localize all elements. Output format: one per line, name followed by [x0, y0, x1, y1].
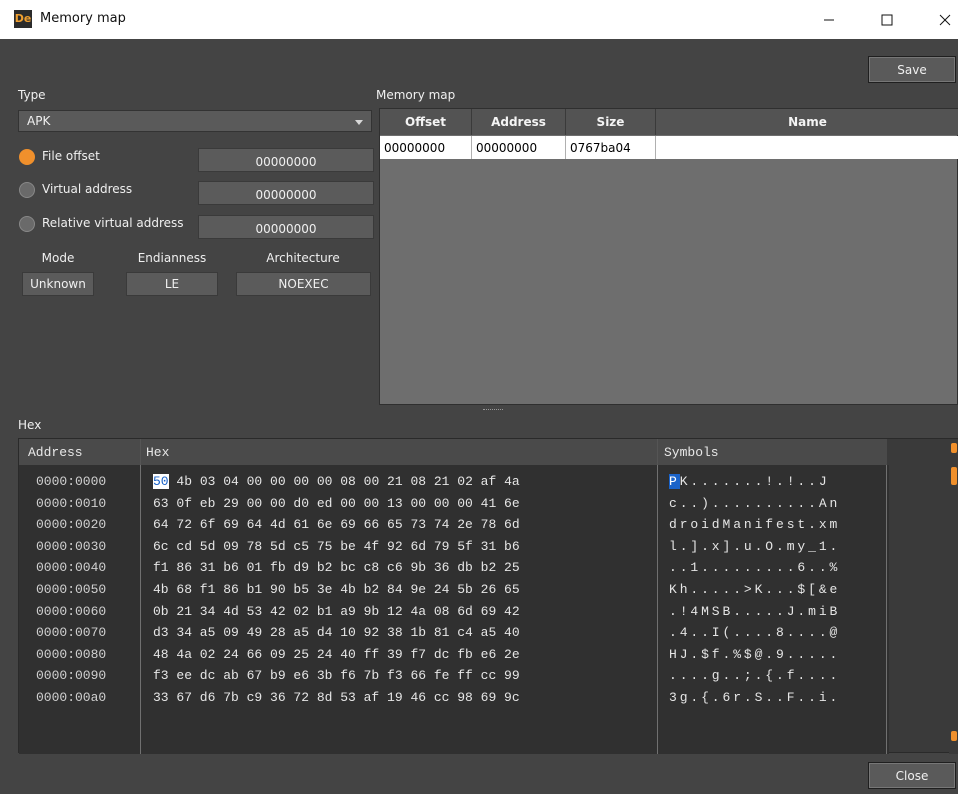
hex-row-symbols[interactable]: PK.......!.!..J: [669, 474, 884, 490]
column-header-address[interactable]: Address: [472, 109, 566, 135]
relative-virtual-address-radio[interactable]: [19, 216, 35, 232]
hex-row-symbols[interactable]: ....g..;.{.f....: [669, 668, 884, 684]
hex-row-bytes[interactable]: 63 0f eb 29 00 00 d0 ed 00 00 13 00 00 0…: [153, 496, 653, 512]
minimize-button[interactable]: [806, 0, 852, 39]
chevron-down-icon: [355, 120, 363, 125]
hex-row-bytes-text: 4b 03 04 00 00 00 00 08 00 21 08 21 02 a…: [176, 474, 520, 489]
cell-address: 00000000: [472, 136, 566, 159]
hex-row-address: 0000:00a0: [36, 690, 107, 705]
hex-row-symbols[interactable]: c..)..........An: [669, 496, 884, 512]
endianness-value: LE: [126, 272, 218, 296]
hex-row-symbols[interactable]: Kh.....>K...$[&e: [669, 582, 884, 598]
hex-view[interactable]: Address Hex Symbols 0000:0000 50 4b 03 04…: [18, 438, 958, 754]
hex-row-bytes[interactable]: 6c cd 5d 09 78 5d c5 75 be 4f 92 6d 79 5…: [153, 539, 653, 555]
save-button[interactable]: Save: [868, 56, 956, 83]
cell-offset: 00000000: [380, 136, 472, 159]
close-button[interactable]: Close: [868, 762, 956, 789]
cell-size: 0767ba04: [566, 136, 656, 159]
file-offset-field[interactable]: 00000000: [198, 148, 374, 172]
virtual-address-field[interactable]: 00000000: [198, 181, 374, 205]
type-select-value: APK: [27, 114, 51, 128]
hex-row-bytes[interactable]: 4b 68 f1 86 b1 90 b5 3e 4b b2 84 9e 24 5…: [153, 582, 653, 598]
hex-row-symbols[interactable]: 3g.{.6r.S..F..i.: [669, 690, 884, 706]
hex-cursor-byte[interactable]: 50: [153, 474, 169, 489]
hex-row-bytes[interactable]: f1 86 31 b6 01 fb d9 b2 bc c8 c6 9b 36 d…: [153, 560, 653, 576]
title-bar: De Memory map: [0, 0, 958, 39]
hex-row-symbols[interactable]: .!4MSB.....J.miB: [669, 604, 884, 620]
file-offset-label: File offset: [42, 149, 100, 163]
virtual-address-label: Virtual address: [42, 182, 133, 196]
column-header-offset[interactable]: Offset: [380, 109, 472, 135]
hex-header-hex[interactable]: Hex: [141, 439, 657, 465]
type-select[interactable]: APK: [18, 110, 372, 132]
endianness-label: Endianness: [137, 251, 207, 265]
hex-row-symbols[interactable]: droidManifest.xm: [669, 517, 884, 533]
hex-row-address: 0000:0060: [36, 604, 107, 619]
hex-row-symbols-text: K.......!.!..J: [679, 474, 830, 489]
hex-label: Hex: [18, 418, 42, 432]
hex-row-bytes[interactable]: 64 72 6f 69 64 4d 61 6e 69 66 65 73 74 2…: [153, 517, 653, 533]
hex-row-address: 0000:0030: [36, 539, 107, 554]
hex-row-address: 0000:0000: [36, 474, 107, 489]
hex-row-bytes[interactable]: 48 4a 02 24 66 09 25 24 40 ff 39 f7 dc f…: [153, 647, 653, 663]
hex-header-address-label: Address: [28, 445, 83, 460]
type-label: Type: [18, 88, 46, 102]
hex-row-address: 0000:0010: [36, 496, 107, 511]
hex-row-address: 0000:0050: [36, 582, 107, 597]
hex-row-symbols[interactable]: HJ.$f.%$@.9.....: [669, 647, 884, 663]
splitter-handle[interactable]: [483, 409, 503, 411]
hex-row-address: 0000:0040: [36, 560, 107, 575]
maximize-icon: [881, 14, 893, 25]
symbol-cursor[interactable]: P: [669, 474, 680, 489]
hex-header-symbols-label: Symbols: [664, 445, 719, 460]
hex-row-address: 0000:0020: [36, 517, 107, 532]
memory-map-table[interactable]: Offset Address Size Name 00000000 000000…: [379, 108, 958, 405]
vertical-scrollbar[interactable]: [949, 439, 958, 754]
hex-row-address: 0000:0090: [36, 668, 107, 683]
scroll-up-arrow[interactable]: [951, 443, 957, 453]
scrollbar-thumb[interactable]: [951, 467, 957, 485]
hex-row-bytes[interactable]: f3 ee dc ab 67 b9 e6 3b f6 7b f3 66 fe f…: [153, 668, 653, 684]
column-header-name[interactable]: Name: [656, 109, 958, 135]
mode-label: Mode: [41, 251, 75, 265]
hex-header-hex-label: Hex: [146, 445, 170, 460]
cell-name: [656, 136, 958, 159]
hex-row-address: 0000:0070: [36, 625, 107, 640]
hex-row-symbols[interactable]: .4..I(....8....@: [669, 625, 884, 641]
window-title: Memory map: [40, 11, 126, 26]
hex-content[interactable]: 0000:0000 50 4b 03 04 00 00 00 00 08 00 2…: [19, 465, 889, 754]
hex-row-bytes[interactable]: 33 67 d6 7b c9 36 72 8d 53 af 19 46 cc 9…: [153, 690, 653, 706]
hex-row-bytes[interactable]: 0b 21 34 4d 53 42 02 b1 a9 9b 12 4a 08 6…: [153, 604, 653, 620]
column-header-size[interactable]: Size: [566, 109, 656, 135]
hex-row-bytes[interactable]: d3 34 a5 09 49 28 a5 d4 10 92 38 1b 81 c…: [153, 625, 653, 641]
table-row[interactable]: 00000000 00000000 0767ba04: [380, 136, 958, 159]
hex-row-bytes[interactable]: 50 4b 03 04 00 00 00 00 08 00 21 08 21 0…: [153, 474, 653, 490]
minimize-icon: [824, 19, 834, 20]
mode-value: Unknown: [22, 272, 94, 296]
hex-header-address[interactable]: Address: [19, 439, 141, 465]
memory-map-header: Offset Address Size Name: [380, 109, 958, 135]
hex-row-address: 0000:0080: [36, 647, 107, 662]
relative-virtual-address-label: Relative virtual address: [42, 216, 184, 230]
close-icon: [939, 14, 951, 25]
architecture-label: Architecture: [266, 251, 340, 265]
app-logo-icon: De: [14, 10, 32, 28]
architecture-value: NOEXEC: [236, 272, 371, 296]
hex-header-symbols[interactable]: Symbols: [657, 439, 887, 465]
close-window-button[interactable]: [922, 0, 958, 39]
virtual-address-radio[interactable]: [19, 182, 35, 198]
memory-map-label: Memory map: [376, 88, 456, 102]
hex-row-symbols[interactable]: l.].x].u.O.my_1.: [669, 539, 884, 555]
file-offset-radio[interactable]: [19, 149, 35, 165]
hex-row-symbols[interactable]: ..1.........6..%: [669, 560, 884, 576]
scroll-down-arrow[interactable]: [951, 731, 957, 741]
relative-virtual-address-field[interactable]: 00000000: [198, 215, 374, 239]
maximize-button[interactable]: [864, 0, 910, 39]
